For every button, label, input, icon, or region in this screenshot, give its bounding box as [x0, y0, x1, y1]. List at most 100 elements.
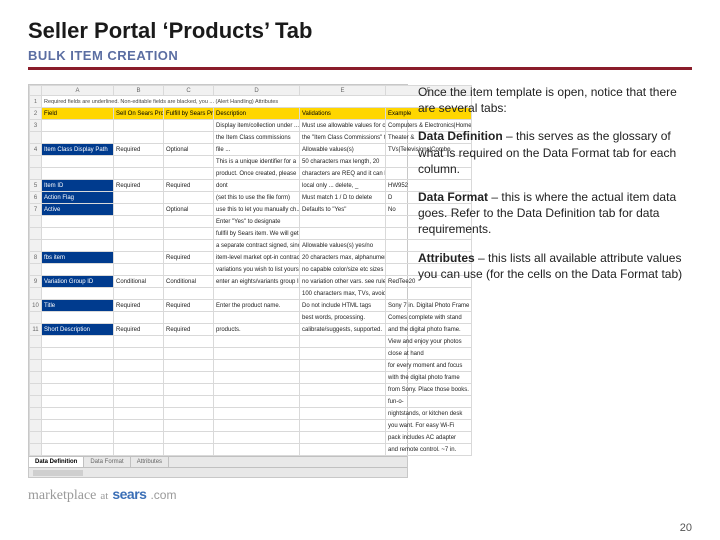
- cell: [164, 240, 214, 252]
- col-letter: B: [114, 86, 164, 96]
- row-number: [30, 336, 42, 348]
- cell: Required: [164, 180, 214, 192]
- note-cell: Required fields are underlined. Non-edit…: [42, 96, 472, 108]
- cell: [42, 156, 114, 168]
- sheet-tab-attributes[interactable]: Attributes: [131, 457, 169, 467]
- cell: [42, 348, 114, 360]
- brand-logo: marketplace at sears.com: [28, 486, 408, 504]
- cell: [114, 264, 164, 276]
- header-row: 2 Field Sell On Sears Program Fulfill by…: [30, 108, 472, 120]
- cell: [214, 336, 300, 348]
- cell: [300, 384, 386, 396]
- cell: dont: [214, 180, 300, 192]
- cell: [42, 216, 114, 228]
- data-definition-paragraph: Data Definition – this serves as the glo…: [418, 128, 692, 177]
- attr-label: Attributes: [418, 251, 475, 265]
- cell: Variation Group ID: [42, 276, 114, 288]
- row-number: 1: [30, 96, 42, 108]
- cell: fullfil by Sears item. We will get: [214, 228, 300, 240]
- row-number: 5: [30, 180, 42, 192]
- table-row: 3 Display item/collection under ...Must u…: [30, 120, 472, 132]
- row-number: [30, 444, 42, 456]
- cell: product. Once created, please: [214, 168, 300, 180]
- row-number: 3: [30, 120, 42, 132]
- cell: [164, 264, 214, 276]
- row-number: [30, 372, 42, 384]
- brand-prefix: marketplace: [28, 488, 96, 504]
- cell: [42, 420, 114, 432]
- cell: [114, 360, 164, 372]
- cell: [114, 120, 164, 132]
- table-row: 8fbs itemRequireditem-level market opt-i…: [30, 252, 472, 264]
- cell: file ...: [214, 144, 300, 156]
- cell: Allowable values(s): [300, 144, 386, 156]
- cell: [114, 384, 164, 396]
- cell: [164, 396, 214, 408]
- table-row: Enter "Yes" to designate: [30, 216, 472, 228]
- sheet-tab-data-definition[interactable]: Data Definition: [29, 457, 84, 467]
- cell: Display item/collection under ...: [214, 120, 300, 132]
- cell: [214, 348, 300, 360]
- cell: Required: [114, 300, 164, 312]
- cell: [42, 384, 114, 396]
- cell: Active: [42, 204, 114, 216]
- cell: Required: [164, 324, 214, 336]
- row-number: [30, 408, 42, 420]
- cell: [300, 216, 386, 228]
- text-column: Once the item template is open, notice t…: [418, 84, 692, 504]
- table-row: and remote control. ~7 in.: [30, 444, 472, 456]
- cell: Required: [164, 300, 214, 312]
- cell: no variation other vars. see ruleset: [300, 276, 386, 288]
- cell: Required: [114, 324, 164, 336]
- cell: [164, 288, 214, 300]
- cell: [214, 444, 300, 456]
- cell: a separate contract signed, since: [214, 240, 300, 252]
- cell: 100 characters max, TVs, avoid: [300, 288, 386, 300]
- cell: [164, 444, 214, 456]
- brand-at: at: [100, 490, 108, 502]
- cell: Required: [114, 144, 164, 156]
- row-number: [30, 240, 42, 252]
- cell: Must use allowable values for cat...: [300, 120, 386, 132]
- cell: [42, 240, 114, 252]
- cell: [114, 132, 164, 144]
- cell: [42, 168, 114, 180]
- table-row: nightstands, or kitchen desk: [30, 408, 472, 420]
- cell: 50 characters max length, 20: [300, 156, 386, 168]
- row-number: [30, 156, 42, 168]
- cell: [114, 156, 164, 168]
- cell: [114, 168, 164, 180]
- row-number: [30, 384, 42, 396]
- table-row: variations you wish to list yourselvesno…: [30, 264, 472, 276]
- horizontal-scrollbar[interactable]: [29, 467, 407, 477]
- cell: [214, 384, 300, 396]
- cell: [114, 204, 164, 216]
- df-label: Data Format: [418, 190, 488, 204]
- table-row: close at hand: [30, 348, 472, 360]
- cell: Do not include HTML tags: [300, 300, 386, 312]
- cell: [164, 408, 214, 420]
- row-number: 6: [30, 192, 42, 204]
- cell: [42, 264, 114, 276]
- attributes-paragraph: Attributes – this lists all available at…: [418, 250, 692, 282]
- row-number: 10: [30, 300, 42, 312]
- cell: [114, 432, 164, 444]
- cell: [114, 312, 164, 324]
- cell: [42, 312, 114, 324]
- cell: Enter "Yes" to designate: [214, 216, 300, 228]
- cell: use this to let you manually ch...: [214, 204, 300, 216]
- cell: Optional: [164, 204, 214, 216]
- cell: Item ID: [42, 180, 114, 192]
- cell: [214, 420, 300, 432]
- cell: Action Flag: [42, 192, 114, 204]
- cell: [164, 168, 214, 180]
- cell: [164, 120, 214, 132]
- table-row: with the digital photo frame: [30, 372, 472, 384]
- cell: [300, 348, 386, 360]
- cell: [42, 432, 114, 444]
- sheet-tab-data-format[interactable]: Data Format: [84, 457, 130, 467]
- table-row: a separate contract signed, sinceAllowab…: [30, 240, 472, 252]
- cell: [164, 156, 214, 168]
- header-cell: Field: [42, 108, 114, 120]
- cell: [42, 396, 114, 408]
